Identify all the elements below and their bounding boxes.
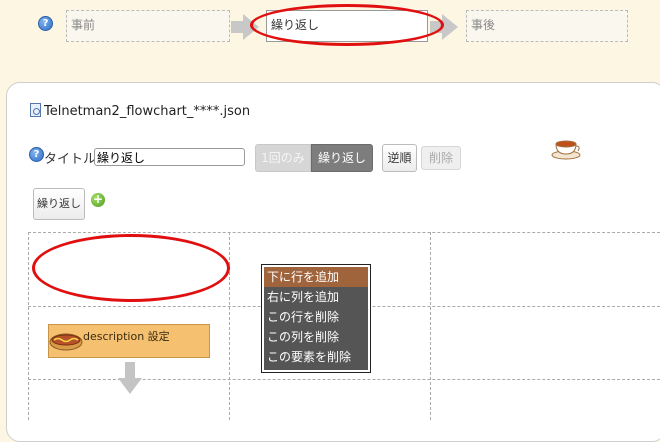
loop-block-button[interactable]: 繰り返し	[33, 188, 85, 220]
title-label: タイトル	[44, 152, 97, 167]
menu-delete-element[interactable]: この要素を削除	[264, 347, 368, 367]
file-icon	[30, 103, 41, 117]
reverse-button[interactable]: 逆順	[382, 144, 417, 172]
context-menu: 下に行を追加 右に列を追加 この行を削除 この列を削除 この要素を削除	[261, 264, 371, 373]
add-icon[interactable]: +	[91, 193, 105, 207]
step-after-label: 事後	[471, 18, 496, 32]
description-block[interactable]: description 設定	[48, 324, 210, 358]
arrow-right-icon	[442, 14, 458, 40]
empty-cell-highlight	[32, 234, 230, 302]
help-icon[interactable]: ?	[29, 147, 44, 162]
grid-line	[28, 232, 29, 420]
teacup-icon[interactable]	[550, 136, 582, 160]
menu-add-column-right[interactable]: 右に列を追加	[264, 287, 368, 307]
hotdog-icon	[49, 330, 83, 352]
file-name: Telnetman2_flowchart_****.json	[44, 104, 251, 119]
step-before[interactable]: 事前	[66, 10, 230, 42]
delete-button[interactable]: 削除	[421, 146, 461, 170]
grid-line	[229, 232, 230, 420]
help-icon[interactable]: ?	[38, 16, 53, 31]
menu-delete-column[interactable]: この列を削除	[264, 327, 368, 347]
highlight-ellipse	[250, 4, 444, 46]
step-after[interactable]: 事後	[466, 10, 628, 42]
description-label: description 設定	[83, 330, 170, 343]
arrow-down-icon	[118, 362, 142, 396]
title-input[interactable]	[94, 148, 245, 166]
menu-delete-row[interactable]: この行を削除	[264, 307, 368, 327]
arrow-right-icon	[231, 21, 243, 33]
step-before-label: 事前	[71, 18, 96, 32]
repeat-toggle[interactable]: 繰り返し	[311, 144, 373, 172]
grid-line	[28, 232, 660, 233]
menu-add-row-below[interactable]: 下に行を追加	[264, 267, 368, 287]
once-toggle[interactable]: 1回のみ	[255, 144, 311, 172]
grid-line	[430, 232, 431, 420]
